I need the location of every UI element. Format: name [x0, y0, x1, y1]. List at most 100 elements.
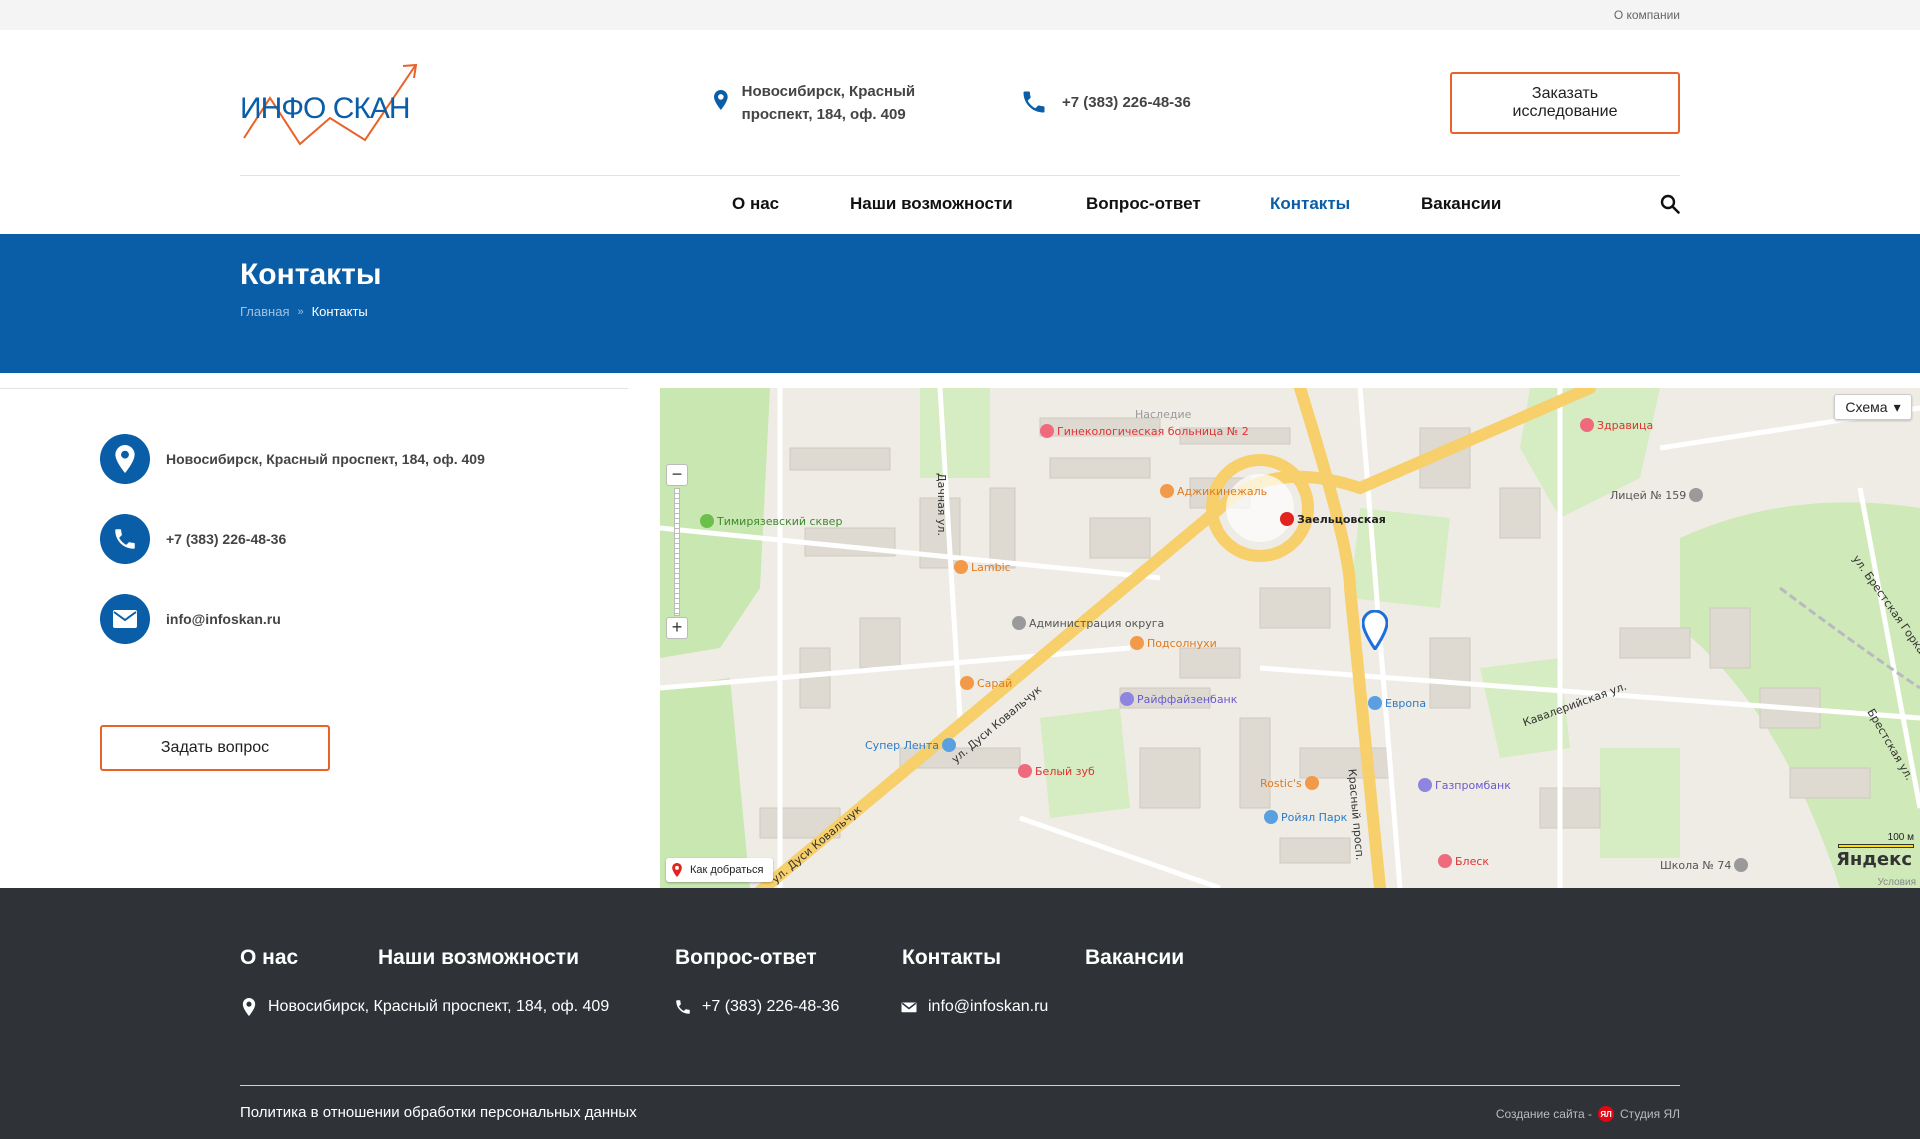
footer-nav-faq[interactable]: Вопрос-ответ: [675, 946, 817, 970]
breadcrumb-separator: »: [297, 305, 304, 318]
footer-phone[interactable]: +7 (383) 226-48-36: [674, 998, 839, 1016]
privacy-policy-link[interactable]: Политика в отношении обработки персональ…: [240, 1104, 637, 1121]
map-poi-label: Супер Лента: [865, 738, 940, 752]
header-phone-text: +7 (383) 226-48-36: [1062, 93, 1191, 111]
yandex-logo[interactable]: Яндекс: [1836, 849, 1912, 870]
nav-item-faq[interactable]: Вопрос-ответ: [1086, 194, 1201, 214]
nav-item-about[interactable]: О нас: [732, 194, 779, 214]
map-label: Наследие: [1135, 408, 1192, 421]
page-title: Контакты: [240, 258, 382, 291]
studio-logo-icon: ЯЛ: [1598, 1106, 1615, 1122]
footer-nav-about[interactable]: О нас: [240, 946, 298, 970]
breadcrumb-home[interactable]: Главная: [240, 304, 289, 319]
nav-item-capabilities[interactable]: Наши возможности: [850, 194, 1013, 214]
map-poi-label: Подсолнухи: [1147, 636, 1217, 650]
footer-email[interactable]: info@infoskan.ru: [900, 998, 1048, 1016]
contact-email-badge: [100, 594, 150, 644]
map-scale: 100 м: [1838, 832, 1914, 848]
map-terms-link[interactable]: Условия: [1877, 877, 1916, 888]
yandex-map[interactable]: Наследие Гинекологическая больница № 2 А…: [660, 388, 1920, 888]
map-poi: Администрация округа: [1012, 616, 1164, 630]
contacts-divider: [0, 388, 628, 389]
map-poi: Заельцовская: [1280, 512, 1386, 526]
top-bar: О компании: [0, 0, 1920, 30]
map-type-label: Схема: [1845, 399, 1888, 415]
footer-nav-contacts[interactable]: Контакты: [902, 946, 1001, 970]
location-pin-icon: [242, 998, 256, 1016]
map-poi-label: Сарай: [977, 676, 1013, 690]
footer-nav-capabilities[interactable]: Наши возможности: [378, 946, 579, 970]
map-poi: Блеск: [1438, 854, 1489, 868]
restaurant-icon: [960, 676, 974, 690]
map-poi-label: Лицей № 159: [1610, 488, 1687, 502]
map-poi-label: Школа № 74: [1660, 858, 1732, 872]
restaurant-icon: [1304, 776, 1319, 790]
map-poi-label: Администрация округа: [1029, 616, 1165, 630]
order-research-button[interactable]: Заказать исследование: [1450, 72, 1680, 134]
zoom-control: − +: [666, 464, 688, 639]
map-scale-label: 100 м: [1887, 832, 1914, 843]
map-poi-label: Lambic: [971, 560, 1011, 574]
map-poi: Европа: [1368, 696, 1426, 710]
map-poi: Lambic: [954, 560, 1011, 574]
pharmacy-icon: [1580, 418, 1594, 432]
map-poi-label: Блеск: [1455, 854, 1490, 868]
school-icon: [1734, 858, 1749, 872]
footer-address: Новосибирск, Красный проспект, 184, оф. …: [240, 998, 609, 1016]
logo[interactable]: ИНФО СКАН: [240, 58, 425, 146]
contact-email: info@infoskan.ru: [100, 594, 281, 644]
route-button-label: Как добраться: [690, 864, 764, 876]
map-poi-label: Райффайзенбанк: [1137, 692, 1238, 706]
phone-icon: [115, 529, 135, 549]
route-pin-icon: [672, 863, 682, 877]
map-poi: Ройял Парк: [1264, 810, 1347, 824]
contact-address-text: Новосибирск, Красный проспект, 184, оф. …: [166, 451, 485, 467]
contact-email-text[interactable]: info@infoskan.ru: [166, 611, 281, 627]
contact-address: Новосибирск, Красный проспект, 184, оф. …: [100, 434, 485, 484]
location-pin-icon: [714, 90, 728, 110]
restaurant-icon: [1160, 484, 1174, 498]
government-icon: [1012, 616, 1026, 630]
map-poi-label: Тимирязевский сквер: [717, 514, 843, 528]
map-poi: Белый зуб: [1018, 764, 1095, 778]
map-type-selector[interactable]: Схема ▾: [1834, 394, 1912, 420]
hospital-icon: [1040, 424, 1054, 438]
nav-item-contacts[interactable]: Контакты: [1270, 194, 1350, 214]
contact-phone-text[interactable]: +7 (383) 226-48-36: [166, 531, 286, 547]
credit-prefix: Создание сайта -: [1495, 1107, 1593, 1121]
breadcrumb-current: Контакты: [311, 304, 368, 319]
contact-phone: +7 (383) 226-48-36: [100, 514, 286, 564]
map-scale-bar: [1838, 844, 1914, 848]
map-poi: Газпромбанк: [1418, 778, 1511, 792]
map-poi: Здравица: [1580, 418, 1653, 432]
map-poi-label: Гинекологическая больница № 2: [1057, 424, 1249, 438]
map-poi-label: Газпромбанк: [1435, 778, 1511, 792]
header: ИНФО СКАН Новосибирск, Красный проспект,…: [0, 30, 1920, 175]
map-marker-icon[interactable]: [1362, 610, 1388, 650]
phone-icon: [676, 1000, 690, 1014]
map-poi: Сарай: [960, 676, 1012, 690]
map-poi: Тимирязевский сквер: [700, 514, 842, 528]
footer-email-text: info@infoskan.ru: [928, 998, 1049, 1015]
route-button[interactable]: Как добраться: [666, 858, 774, 882]
logo-text: ИНФО СКАН: [240, 92, 411, 125]
mall-icon: [1264, 810, 1278, 824]
park-icon: [700, 514, 714, 528]
zoom-out-button[interactable]: −: [666, 464, 688, 486]
header-phone[interactable]: +7 (383) 226-48-36: [1020, 88, 1191, 116]
about-company-link[interactable]: О компании: [1614, 8, 1680, 22]
ask-question-button[interactable]: Задать вопрос: [100, 725, 330, 771]
map-poi: Подсолнухи: [1130, 636, 1217, 650]
map-poi-label: Ройял Парк: [1281, 810, 1348, 824]
footer-nav-vacancies[interactable]: Вакансии: [1085, 946, 1184, 970]
mail-icon: [901, 1002, 917, 1013]
credit-studio: Студия ЯЛ: [1620, 1107, 1680, 1121]
phone-icon: [1023, 91, 1045, 113]
map-poi-label: Здравица: [1597, 418, 1654, 432]
nav-item-vacancies[interactable]: Вакансии: [1421, 194, 1501, 214]
developer-credit[interactable]: Создание сайта - ЯЛ Студия ЯЛ: [1496, 1106, 1680, 1122]
zoom-in-button[interactable]: +: [666, 617, 688, 639]
search-icon[interactable]: [1660, 194, 1680, 214]
zoom-slider[interactable]: [674, 488, 680, 616]
shop-icon: [1368, 696, 1382, 710]
